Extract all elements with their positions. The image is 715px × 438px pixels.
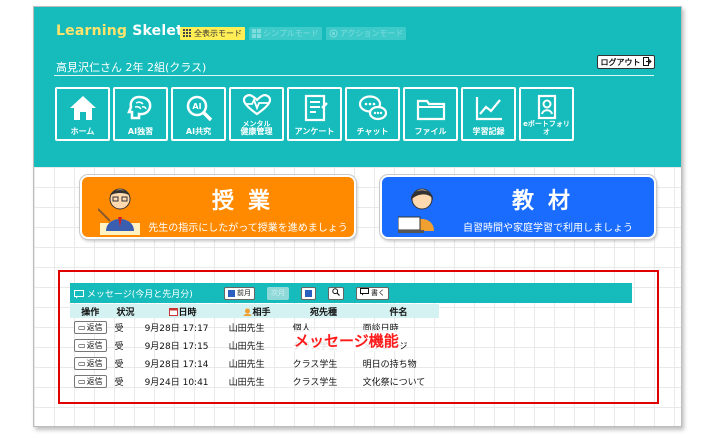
- row-status: 受: [114, 377, 124, 388]
- logout-button[interactable]: ログアウト: [597, 55, 655, 69]
- main-nav: ホーム AI独習 AI AI共究 メンタル 健康管理 アンケート チャット ファ…: [55, 87, 574, 141]
- nav-file[interactable]: ファイル: [403, 87, 458, 141]
- message-toolbar: メッセージ(今月と先月分) 前月 次月 書く: [70, 283, 632, 303]
- row-dest: クラス学生: [292, 377, 338, 388]
- lesson-subtitle: 先生の指示にしたがって授業を進めましょう: [148, 223, 348, 234]
- reply-button[interactable]: ▭ 返信: [74, 374, 107, 388]
- heartbeat-icon: [242, 94, 271, 116]
- divider: [54, 75, 654, 76]
- materials-title: 教材: [511, 189, 584, 214]
- row-datetime: 9月28日 17:17: [144, 323, 209, 334]
- row-partner: 山田先生: [228, 359, 265, 370]
- folder-icon: [416, 99, 445, 121]
- brain-icon: [126, 95, 151, 120]
- mode-full[interactable]: 全表示モード: [180, 27, 245, 40]
- col-datetime: 日時: [140, 304, 225, 318]
- simple-grid-icon: [252, 29, 261, 38]
- speech-bubble-icon: [360, 288, 369, 298]
- row-status: 受: [114, 341, 124, 352]
- row-partner: 山田先生: [228, 377, 265, 388]
- arrow-left-icon: [228, 289, 235, 297]
- table-header-row: 操作 状況 日時 相手 宛先種 件名: [70, 304, 439, 318]
- refresh-button[interactable]: [301, 286, 316, 300]
- nav-eportfolio[interactable]: eポートフォリオ: [519, 87, 574, 141]
- chat-icon: [358, 95, 387, 121]
- row-partner: 山田先生: [228, 341, 265, 352]
- materials-button[interactable]: 教材 自習時間や家庭学習で利用しましょう: [380, 175, 656, 239]
- feature-annotation: メッセージ機能: [292, 330, 401, 351]
- app-window: Learning Skeleton 全表示モード シンプルモード アクションモー…: [33, 6, 682, 427]
- mode-switcher: 全表示モード シンプルモード アクションモード: [180, 27, 407, 40]
- nav-ai-collab[interactable]: AI AI共究: [171, 87, 226, 141]
- mode-action[interactable]: アクションモード: [325, 27, 407, 40]
- speech-bubble-icon: ▭: [78, 358, 86, 368]
- speech-bubble-icon: ▭: [78, 340, 86, 350]
- next-month-button[interactable]: 次月: [267, 286, 289, 300]
- nav-learning-record[interactable]: 学習記録: [461, 87, 516, 141]
- home-icon: [69, 96, 96, 120]
- person-icon: [243, 308, 252, 316]
- col-partner: 相手: [224, 304, 289, 318]
- prev-month-button[interactable]: 前月: [224, 286, 255, 300]
- user-name: 高見沢仁さん 2年 2組(クラス): [56, 61, 207, 74]
- reply-button[interactable]: ▭ 返信: [74, 338, 107, 352]
- speech-bubble-icon: ▭: [78, 376, 86, 386]
- row-status: 受: [114, 359, 124, 370]
- col-action: 操作: [70, 304, 111, 318]
- nav-home[interactable]: ホーム: [55, 87, 110, 141]
- speech-bubble-icon: [74, 289, 84, 298]
- search-icon: [332, 288, 340, 298]
- calendar-icon: [168, 308, 178, 316]
- ai-search-icon: AI: [186, 95, 212, 122]
- table-row[interactable]: ▭ 返信 受 9月28日 17:14 山田先生 クラス学生 明日の持ち物: [70, 354, 439, 372]
- table-row[interactable]: ▭ 返信 受 9月24日 10:41 山田先生 クラス学生 文化祭について: [70, 372, 439, 390]
- search-button[interactable]: [328, 286, 344, 300]
- nav-chat[interactable]: チャット: [345, 87, 400, 141]
- header: Learning Skeleton 全表示モード シンプルモード アクションモー…: [34, 7, 681, 167]
- materials-subtitle: 自習時間や家庭学習で利用しましょう: [463, 223, 633, 234]
- mode-simple[interactable]: シンプルモード: [249, 27, 322, 40]
- reply-button[interactable]: ▭ 返信: [74, 320, 107, 334]
- row-datetime: 9月28日 17:14: [144, 359, 209, 370]
- col-subject: 件名: [358, 304, 439, 318]
- grid-icon: [183, 29, 192, 38]
- row-datetime: 9月24日 10:41: [144, 377, 209, 388]
- survey-icon: [304, 94, 328, 122]
- chart-icon: [475, 97, 502, 121]
- nav-ai-study[interactable]: AI独習: [113, 87, 168, 141]
- col-dest: 宛先種: [288, 304, 359, 318]
- logout-icon: [642, 56, 652, 68]
- row-datetime: 9月28日 17:15: [144, 341, 209, 352]
- row-subject: 明日の持ち物: [362, 359, 417, 370]
- col-status: 状況: [110, 304, 141, 318]
- lesson-title: 授業: [211, 189, 284, 214]
- lesson-button[interactable]: 授業 先生の指示にしたがって授業を進めましょう: [80, 175, 356, 239]
- nav-survey[interactable]: アンケート: [287, 87, 342, 141]
- svg-text:AI: AI: [192, 102, 201, 111]
- speech-bubble-icon: ▭: [78, 322, 86, 332]
- message-title: メッセージ(今月と先月分): [74, 287, 224, 300]
- row-status: 受: [114, 323, 124, 334]
- reply-button[interactable]: ▭ 返信: [74, 356, 107, 370]
- compose-button[interactable]: 書く: [356, 286, 389, 300]
- row-dest: クラス学生: [292, 359, 338, 370]
- refresh-icon: [305, 289, 312, 297]
- target-icon: [329, 29, 338, 38]
- nav-mental-health[interactable]: メンタル 健康管理: [229, 87, 284, 141]
- portfolio-icon: [537, 94, 556, 120]
- row-partner: 山田先生: [228, 323, 265, 334]
- row-subject: 文化祭について: [362, 377, 426, 388]
